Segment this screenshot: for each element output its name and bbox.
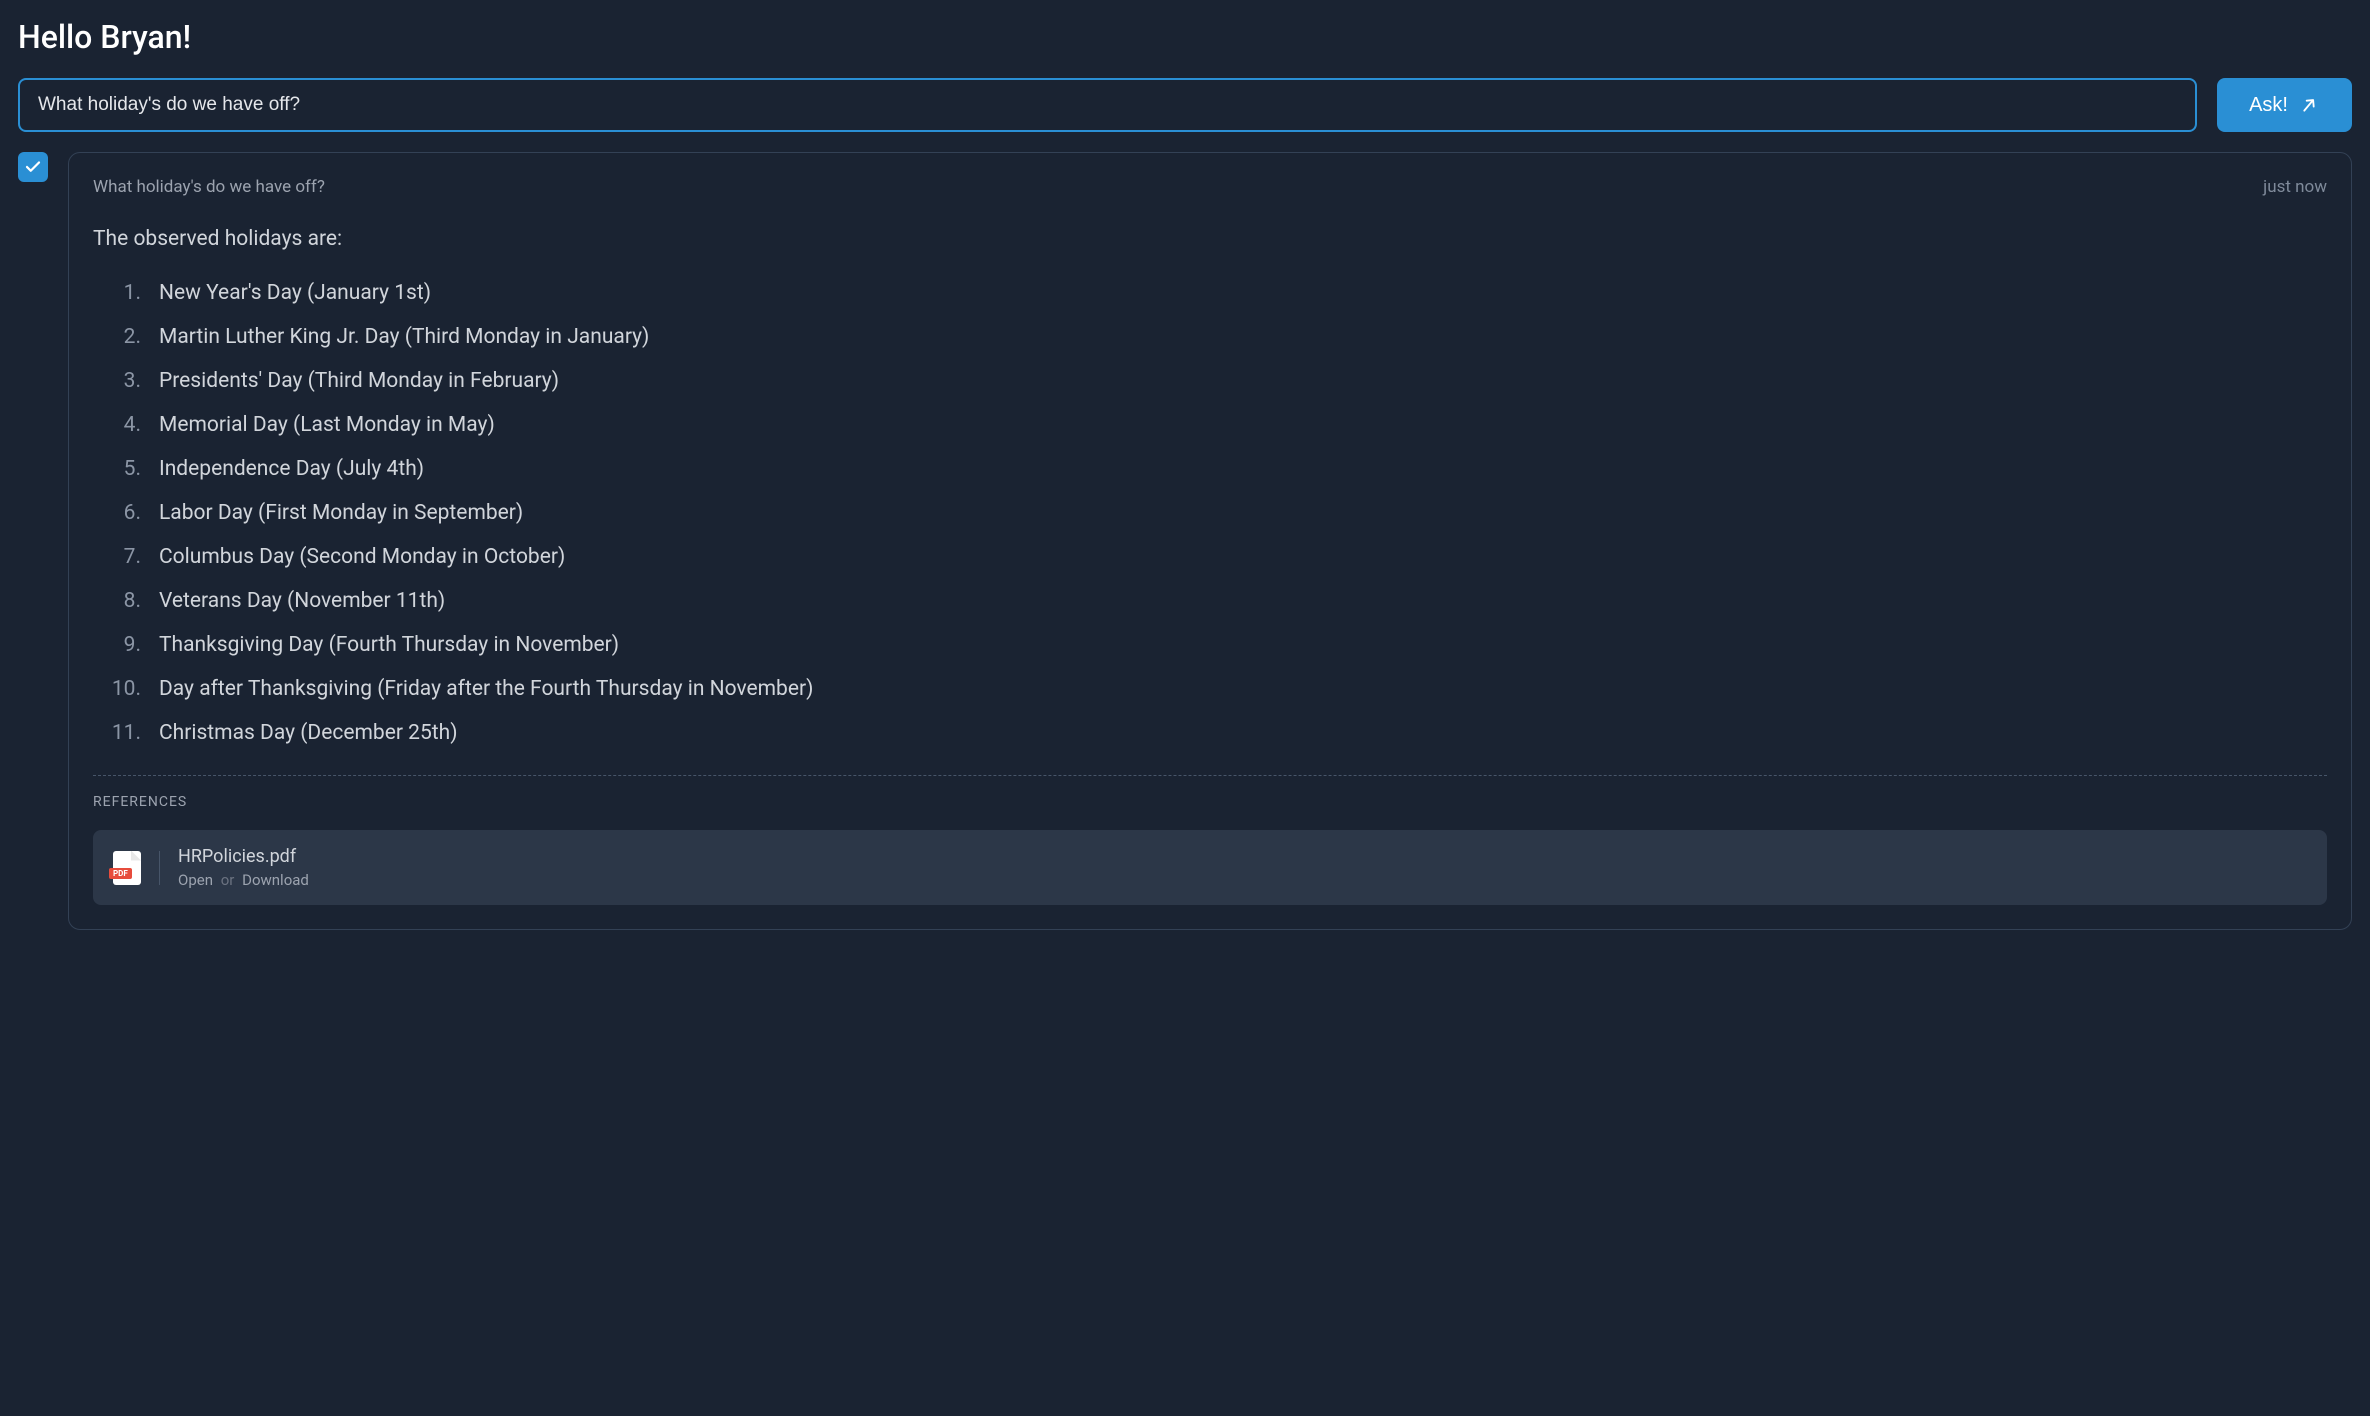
question-echo: What holiday's do we have off?: [93, 177, 325, 197]
list-item: Day after Thanksgiving (Friday after the…: [93, 677, 2327, 701]
answer-panel: What holiday's do we have off? just now …: [68, 152, 2352, 930]
holiday-list: New Year's Day (January 1st) Martin Luth…: [93, 281, 2327, 745]
list-item: Thanksgiving Day (Fourth Thursday in Nov…: [93, 633, 2327, 657]
list-item: Martin Luther King Jr. Day (Third Monday…: [93, 325, 2327, 349]
input-row: Ask!: [18, 78, 2352, 132]
send-icon: [2298, 94, 2320, 116]
list-item: Memorial Day (Last Monday in May): [93, 413, 2327, 437]
list-item: Labor Day (First Monday in September): [93, 501, 2327, 525]
divider: [93, 775, 2327, 776]
reference-card: PDF HRPolicies.pdf Open or Download: [93, 830, 2327, 905]
open-link[interactable]: Open: [178, 871, 213, 889]
list-item: Christmas Day (December 25th): [93, 721, 2327, 745]
content-row: What holiday's do we have off? just now …: [18, 152, 2352, 930]
timestamp: just now: [2263, 177, 2327, 197]
status-badge: [18, 152, 48, 182]
ask-button[interactable]: Ask!: [2217, 78, 2352, 132]
separator: or: [221, 871, 235, 889]
list-item: Veterans Day (November 11th): [93, 589, 2327, 613]
list-item: Presidents' Day (Third Monday in Februar…: [93, 369, 2327, 393]
list-item: New Year's Day (January 1st): [93, 281, 2327, 305]
list-item: Independence Day (July 4th): [93, 457, 2327, 481]
ask-button-label: Ask!: [2249, 94, 2288, 117]
references-label: REFERENCES: [93, 794, 2327, 810]
pdf-icon: PDF: [113, 851, 160, 885]
check-icon: [24, 158, 42, 176]
question-input[interactable]: [18, 78, 2197, 132]
reference-filename: HRPolicies.pdf: [178, 846, 309, 867]
reference-actions: Open or Download: [178, 871, 309, 889]
answer-intro: The observed holidays are:: [93, 227, 2327, 251]
reference-info: HRPolicies.pdf Open or Download: [178, 846, 309, 889]
pdf-badge: PDF: [109, 868, 132, 879]
page-title: Hello Bryan!: [18, 18, 2352, 56]
list-item: Columbus Day (Second Monday in October): [93, 545, 2327, 569]
download-link[interactable]: Download: [242, 871, 309, 889]
answer-header: What holiday's do we have off? just now: [93, 177, 2327, 197]
